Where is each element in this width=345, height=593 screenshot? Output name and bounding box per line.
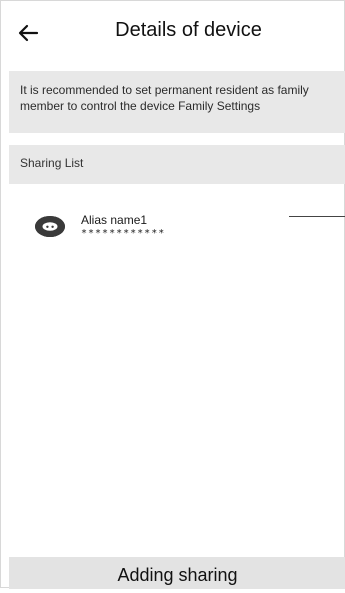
adding-sharing-button[interactable]: Adding sharing bbox=[9, 557, 345, 589]
page-title: Details of device bbox=[115, 19, 262, 41]
app-header: Details of device bbox=[1, 1, 345, 61]
sharing-list-item[interactable]: Alias name1 ************ bbox=[9, 206, 345, 248]
device-avatar-icon bbox=[35, 216, 65, 237]
alias-name: Alias name1 bbox=[81, 213, 148, 227]
family-settings-notice: It is recommended to set permanent resid… bbox=[9, 71, 345, 133]
row-divider bbox=[289, 216, 345, 217]
sharing-list-header: Sharing List bbox=[9, 145, 345, 184]
masked-account: ************ bbox=[81, 228, 166, 239]
device-details-screen: Details of device It is recommended to s… bbox=[0, 0, 345, 589]
